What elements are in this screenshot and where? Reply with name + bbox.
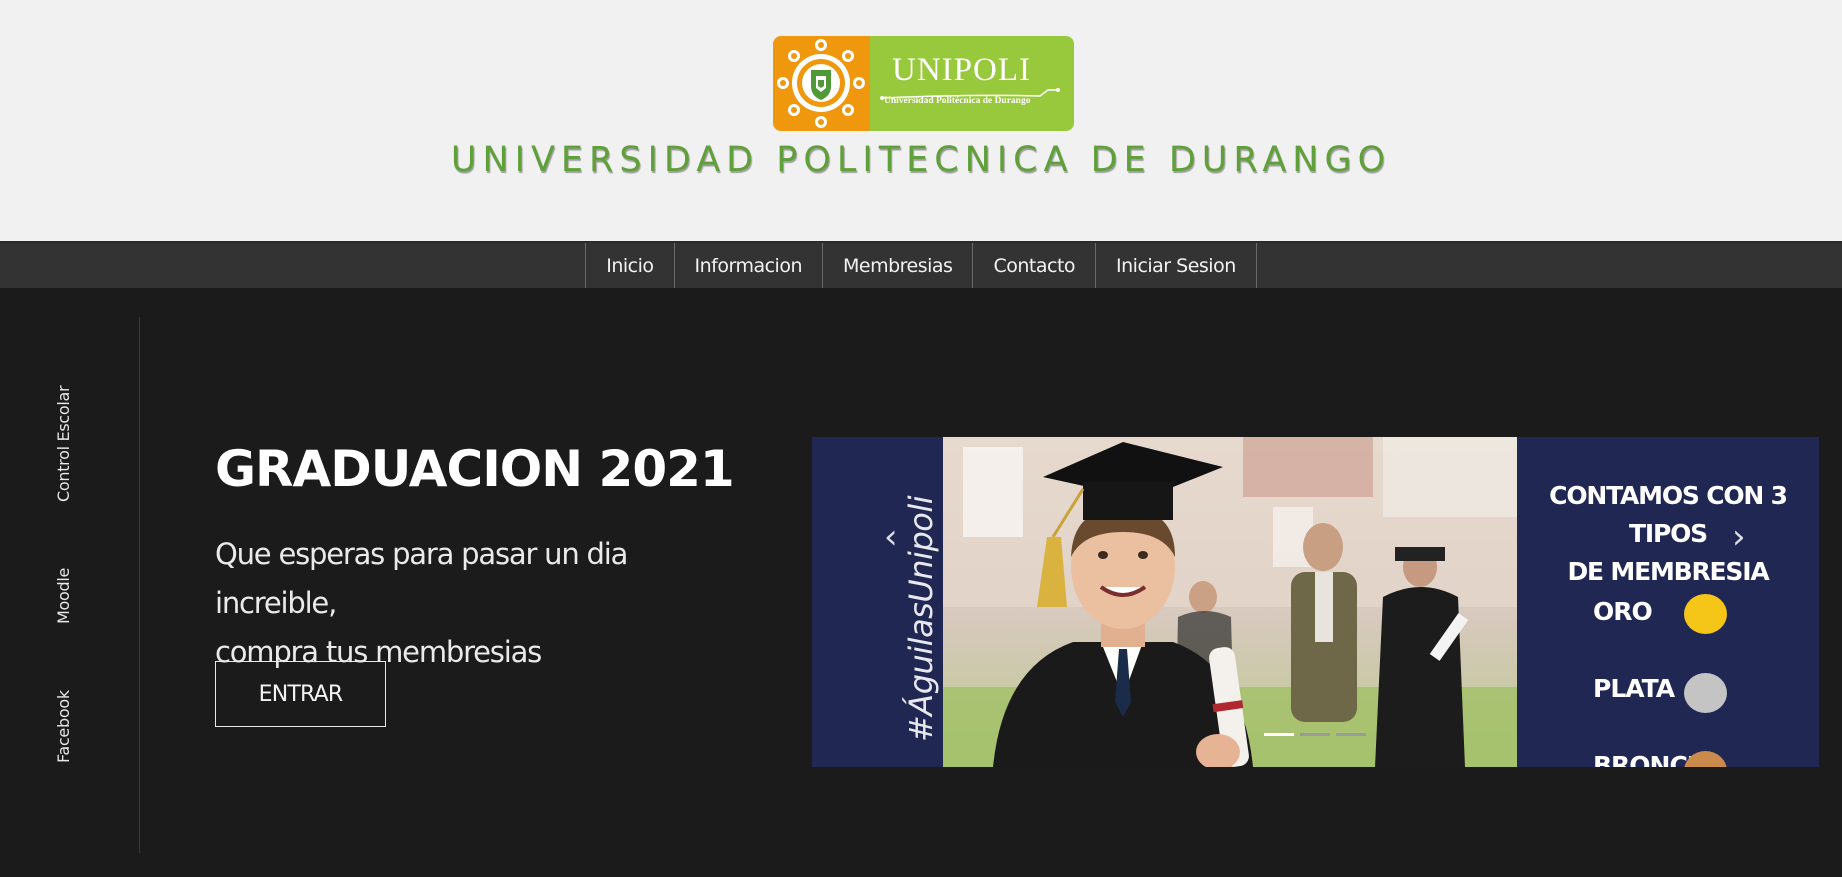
graduate-photo <box>943 437 1517 767</box>
nav-item-label: Contacto <box>993 254 1076 277</box>
side-link-moodle[interactable]: Moodle <box>54 568 73 624</box>
membership-info-panel: CONTAMOS CON 3 TIPOS DE MEMBRESIA ORO PL… <box>1517 437 1819 767</box>
carousel-indicators <box>1264 733 1366 736</box>
gear-emblem-icon <box>773 36 870 131</box>
membership-title: CONTAMOS CON 3 TIPOS DE MEMBRESIA <box>1517 477 1819 591</box>
tier-dot-plata <box>1684 673 1727 713</box>
tier-dot-oro <box>1684 594 1727 634</box>
unipoli-logo[interactable]: UNIPOLI Universidad Politécnica de Duran… <box>773 36 1074 131</box>
carousel-indicator-3[interactable] <box>1336 733 1366 736</box>
nav-item-label: Informacion <box>694 254 803 277</box>
enter-button[interactable]: ENTRAR <box>215 661 386 727</box>
carousel-hashtag-panel: #ÁguilasUnipoli <box>812 437 943 767</box>
membership-title-line-1: CONTAMOS CON 3 TIPOS <box>1549 481 1788 548</box>
side-social-bar: Control Escolar Moodle Facebook <box>0 317 140 853</box>
nav-item-inicio[interactable]: Inicio <box>585 243 673 288</box>
nav-item-label: Inicio <box>606 254 654 277</box>
main-nav: Inicio Informacion Membresias Contacto I… <box>0 241 1842 288</box>
site-header: UNIPOLI Universidad Politécnica de Duran… <box>0 0 1842 241</box>
logo-swoosh-icon <box>880 88 1060 100</box>
nav-item-iniciar-sesion[interactable]: Iniciar Sesion <box>1095 243 1257 288</box>
nav-item-contacto[interactable]: Contacto <box>972 243 1095 288</box>
chevron-right-icon[interactable]: › <box>1732 517 1746 557</box>
site-title: UNIVERSIDAD POLITECNICA DE DURANGO <box>450 140 1392 180</box>
hero-text: Que esperas para pasar un dia increible,… <box>215 530 735 677</box>
carousel-indicator-2[interactable] <box>1300 733 1330 736</box>
membership-title-line-2: DE MEMBRESIA <box>1567 557 1769 586</box>
hashtag-label: #ÁguilasUnipoli <box>902 495 940 742</box>
carousel-indicator-1[interactable] <box>1264 733 1294 736</box>
nav-item-label: Membresias <box>843 254 953 277</box>
tier-label-plata: PLATA <box>1593 674 1675 703</box>
side-link-control-escolar[interactable]: Control Escolar <box>54 386 73 502</box>
side-link-facebook[interactable]: Facebook <box>54 690 73 763</box>
membership-carousel[interactable]: #ÁguilasUnipoli CONTAMOS CON 3 TIPOS DE … <box>812 437 1819 767</box>
hero-text-line-1: Que esperas para pasar un dia increible, <box>215 537 628 620</box>
hero-title: GRADUACION 2021 <box>215 440 735 498</box>
nav-item-label: Iniciar Sesion <box>1116 254 1236 277</box>
chevron-left-icon[interactable]: ‹ <box>884 517 898 557</box>
nav-item-membresias[interactable]: Membresias <box>822 243 972 288</box>
tier-label-oro: ORO <box>1593 597 1653 626</box>
nav-item-informacion[interactable]: Informacion <box>673 243 822 288</box>
